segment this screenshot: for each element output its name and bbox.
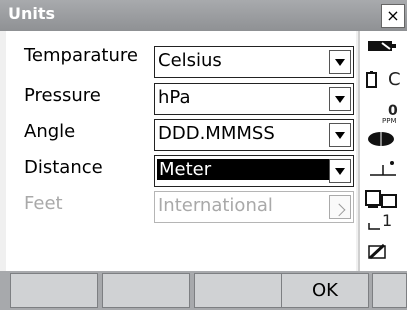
function-key-bar: OK [0, 271, 407, 310]
chevron-down-icon [329, 195, 351, 219]
temperature-value: Celsius [158, 50, 222, 71]
units-window: Units × Temparature Celsius Pressure hPa… [0, 0, 407, 310]
angle-value: DDD.MMMSS [158, 123, 275, 144]
function-key-2[interactable] [102, 273, 190, 308]
title-bar: Units × [0, 0, 407, 31]
pressure-value: hPa [158, 87, 191, 108]
pressure-label: Pressure [24, 85, 101, 106]
distance-value: Meter [157, 159, 331, 180]
chevron-down-icon[interactable] [329, 50, 351, 74]
function-key-5[interactable] [372, 273, 407, 308]
function-key-1[interactable] [10, 273, 98, 308]
status-sidebar: C 0 PPM 1 [358, 31, 407, 271]
distance-label: Distance [24, 157, 103, 178]
temperature-label: Temparature [24, 45, 138, 66]
feet-label: Feet [24, 193, 63, 214]
feet-value: International [158, 195, 273, 216]
function-key-3[interactable] [194, 273, 282, 308]
close-button[interactable]: × [381, 4, 405, 28]
signal-icon [368, 41, 396, 51]
mode-digit: 1 [382, 211, 393, 230]
chevron-down-icon[interactable] [329, 159, 351, 183]
units-form: Temparature Celsius Pressure hPa Angle D… [6, 31, 356, 271]
feet-select: International [154, 191, 354, 223]
angle-label: Angle [24, 121, 76, 142]
angle-select[interactable]: DDD.MMMSS [154, 119, 354, 151]
chevron-down-icon[interactable] [329, 87, 351, 111]
mode-icon [368, 223, 380, 230]
temperature-select[interactable]: Celsius [154, 46, 354, 78]
pressure-select[interactable]: hPa [154, 83, 354, 115]
battery-indicator: C [388, 69, 401, 90]
target-icon [370, 161, 396, 176]
window-title: Units [8, 4, 56, 23]
instrument-icon [365, 190, 397, 208]
battery-icon [366, 71, 377, 88]
prism-icon [368, 132, 394, 146]
ppm-label: PPM [382, 117, 397, 125]
ok-button[interactable]: OK [281, 273, 369, 308]
chevron-down-icon[interactable] [329, 123, 351, 147]
input-mode-icon [368, 243, 386, 260]
distance-select[interactable]: Meter [154, 155, 354, 187]
